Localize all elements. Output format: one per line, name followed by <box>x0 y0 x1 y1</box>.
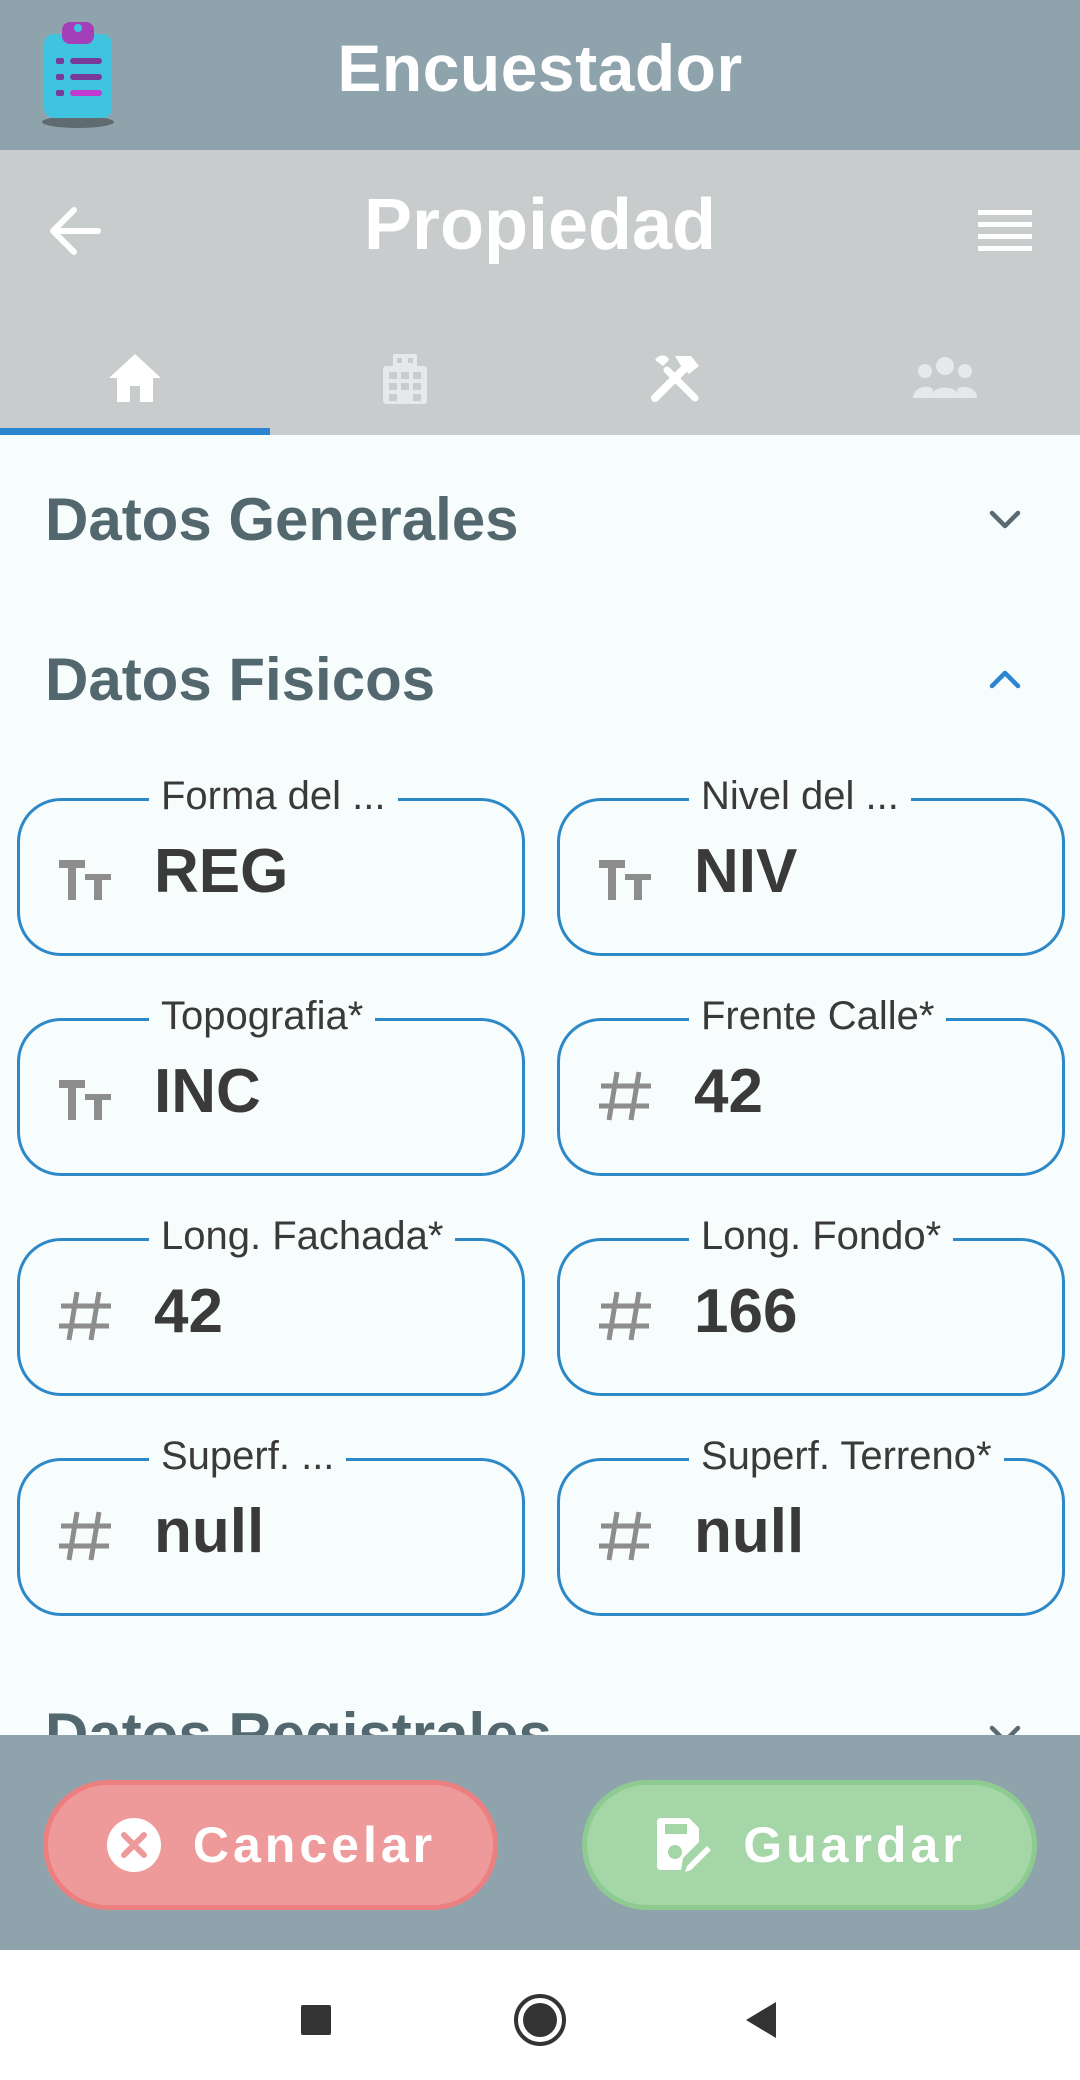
text-type-icon <box>59 860 111 900</box>
people-icon <box>913 356 977 398</box>
field-topografia[interactable]: Topografia* INC <box>17 988 525 1176</box>
field-long-fachada[interactable]: Long. Fachada* 42 <box>17 1208 525 1396</box>
recent-apps-icon[interactable] <box>286 1990 346 2050</box>
field-value[interactable]: REG <box>154 836 288 907</box>
field-value[interactable]: 42 <box>154 1276 223 1347</box>
section-datos-fisicos[interactable]: Datos Fisicos <box>0 625 1080 725</box>
tools-icon <box>651 355 699 402</box>
building-icon <box>383 353 427 404</box>
field-label: Frente Calle* <box>689 988 947 1044</box>
hash-icon <box>59 1291 111 1341</box>
hash-icon <box>599 1291 651 1341</box>
tab-home[interactable] <box>0 320 270 435</box>
field-superf[interactable]: Superf. ... null <box>17 1428 525 1616</box>
chevron-down-icon[interactable] <box>980 495 1030 545</box>
field-value[interactable]: null <box>154 1496 264 1567</box>
form-content: Datos Generales Datos Fisicos Forma del … <box>0 435 1080 1735</box>
action-bar: Cancelar Guardar <box>0 1735 1080 1950</box>
section-title: Datos Registrales <box>45 1701 552 1735</box>
field-frente-calle[interactable]: Frente Calle* 42 <box>557 988 1065 1176</box>
field-nivel-del[interactable]: Nivel del ... NIV <box>557 768 1065 956</box>
page-header: Propiedad <box>0 150 1080 435</box>
hash-icon <box>59 1511 111 1561</box>
field-label: Superf. Terreno* <box>689 1428 1004 1484</box>
field-label: Forma del ... <box>149 768 398 824</box>
field-value[interactable]: null <box>694 1496 804 1567</box>
back-triangle-icon[interactable] <box>734 1990 794 2050</box>
home-circle-icon[interactable] <box>510 1990 570 2050</box>
tab-tools[interactable] <box>540 320 810 435</box>
cancel-label: Cancelar <box>192 1817 437 1873</box>
tab-building[interactable] <box>270 320 540 435</box>
field-superf-terreno[interactable]: Superf. Terreno* null <box>557 1428 1065 1616</box>
hash-icon <box>599 1511 651 1561</box>
close-circle-icon <box>106 1818 161 1872</box>
text-type-icon <box>59 1080 111 1120</box>
field-value[interactable]: 42 <box>694 1056 763 1127</box>
field-value[interactable]: 166 <box>694 1276 797 1347</box>
field-value[interactable]: NIV <box>694 836 797 907</box>
text-type-icon <box>599 860 651 900</box>
save-label: Guardar <box>743 1817 966 1873</box>
field-label: Topografia* <box>149 988 376 1044</box>
section-datos-registrales[interactable]: Datos Registrales <box>0 1680 1080 1735</box>
tab-people[interactable] <box>810 320 1080 435</box>
save-edit-icon <box>657 1818 712 1872</box>
chevron-down-icon[interactable] <box>980 1710 1030 1735</box>
cancel-button[interactable]: Cancelar <box>43 1780 498 1910</box>
hash-icon <box>599 1071 651 1121</box>
field-forma-del[interactable]: Forma del ... REG <box>17 768 525 956</box>
field-label: Nivel del ... <box>689 768 911 824</box>
page-title: Propiedad <box>363 185 717 265</box>
field-label: Superf. ... <box>149 1428 347 1484</box>
menu-lines-icon[interactable] <box>970 198 1040 268</box>
field-value[interactable]: INC <box>154 1056 261 1127</box>
app-bar: Encuestador <box>0 0 1080 150</box>
section-title: Datos Generales <box>45 486 519 553</box>
tab-bar <box>0 320 1080 435</box>
field-label: Long. Fondo* <box>689 1208 954 1264</box>
save-button[interactable]: Guardar <box>582 1780 1037 1910</box>
field-long-fondo[interactable]: Long. Fondo* 166 <box>557 1208 1065 1396</box>
field-label: Long. Fachada* <box>149 1208 456 1264</box>
section-title: Datos Fisicos <box>45 646 436 713</box>
section-datos-generales[interactable]: Datos Generales <box>0 465 1080 565</box>
system-nav-bar <box>0 1950 1080 2080</box>
home-icon <box>109 353 161 402</box>
chevron-up-icon[interactable] <box>980 655 1030 705</box>
app-title: Encuestador <box>337 31 743 105</box>
